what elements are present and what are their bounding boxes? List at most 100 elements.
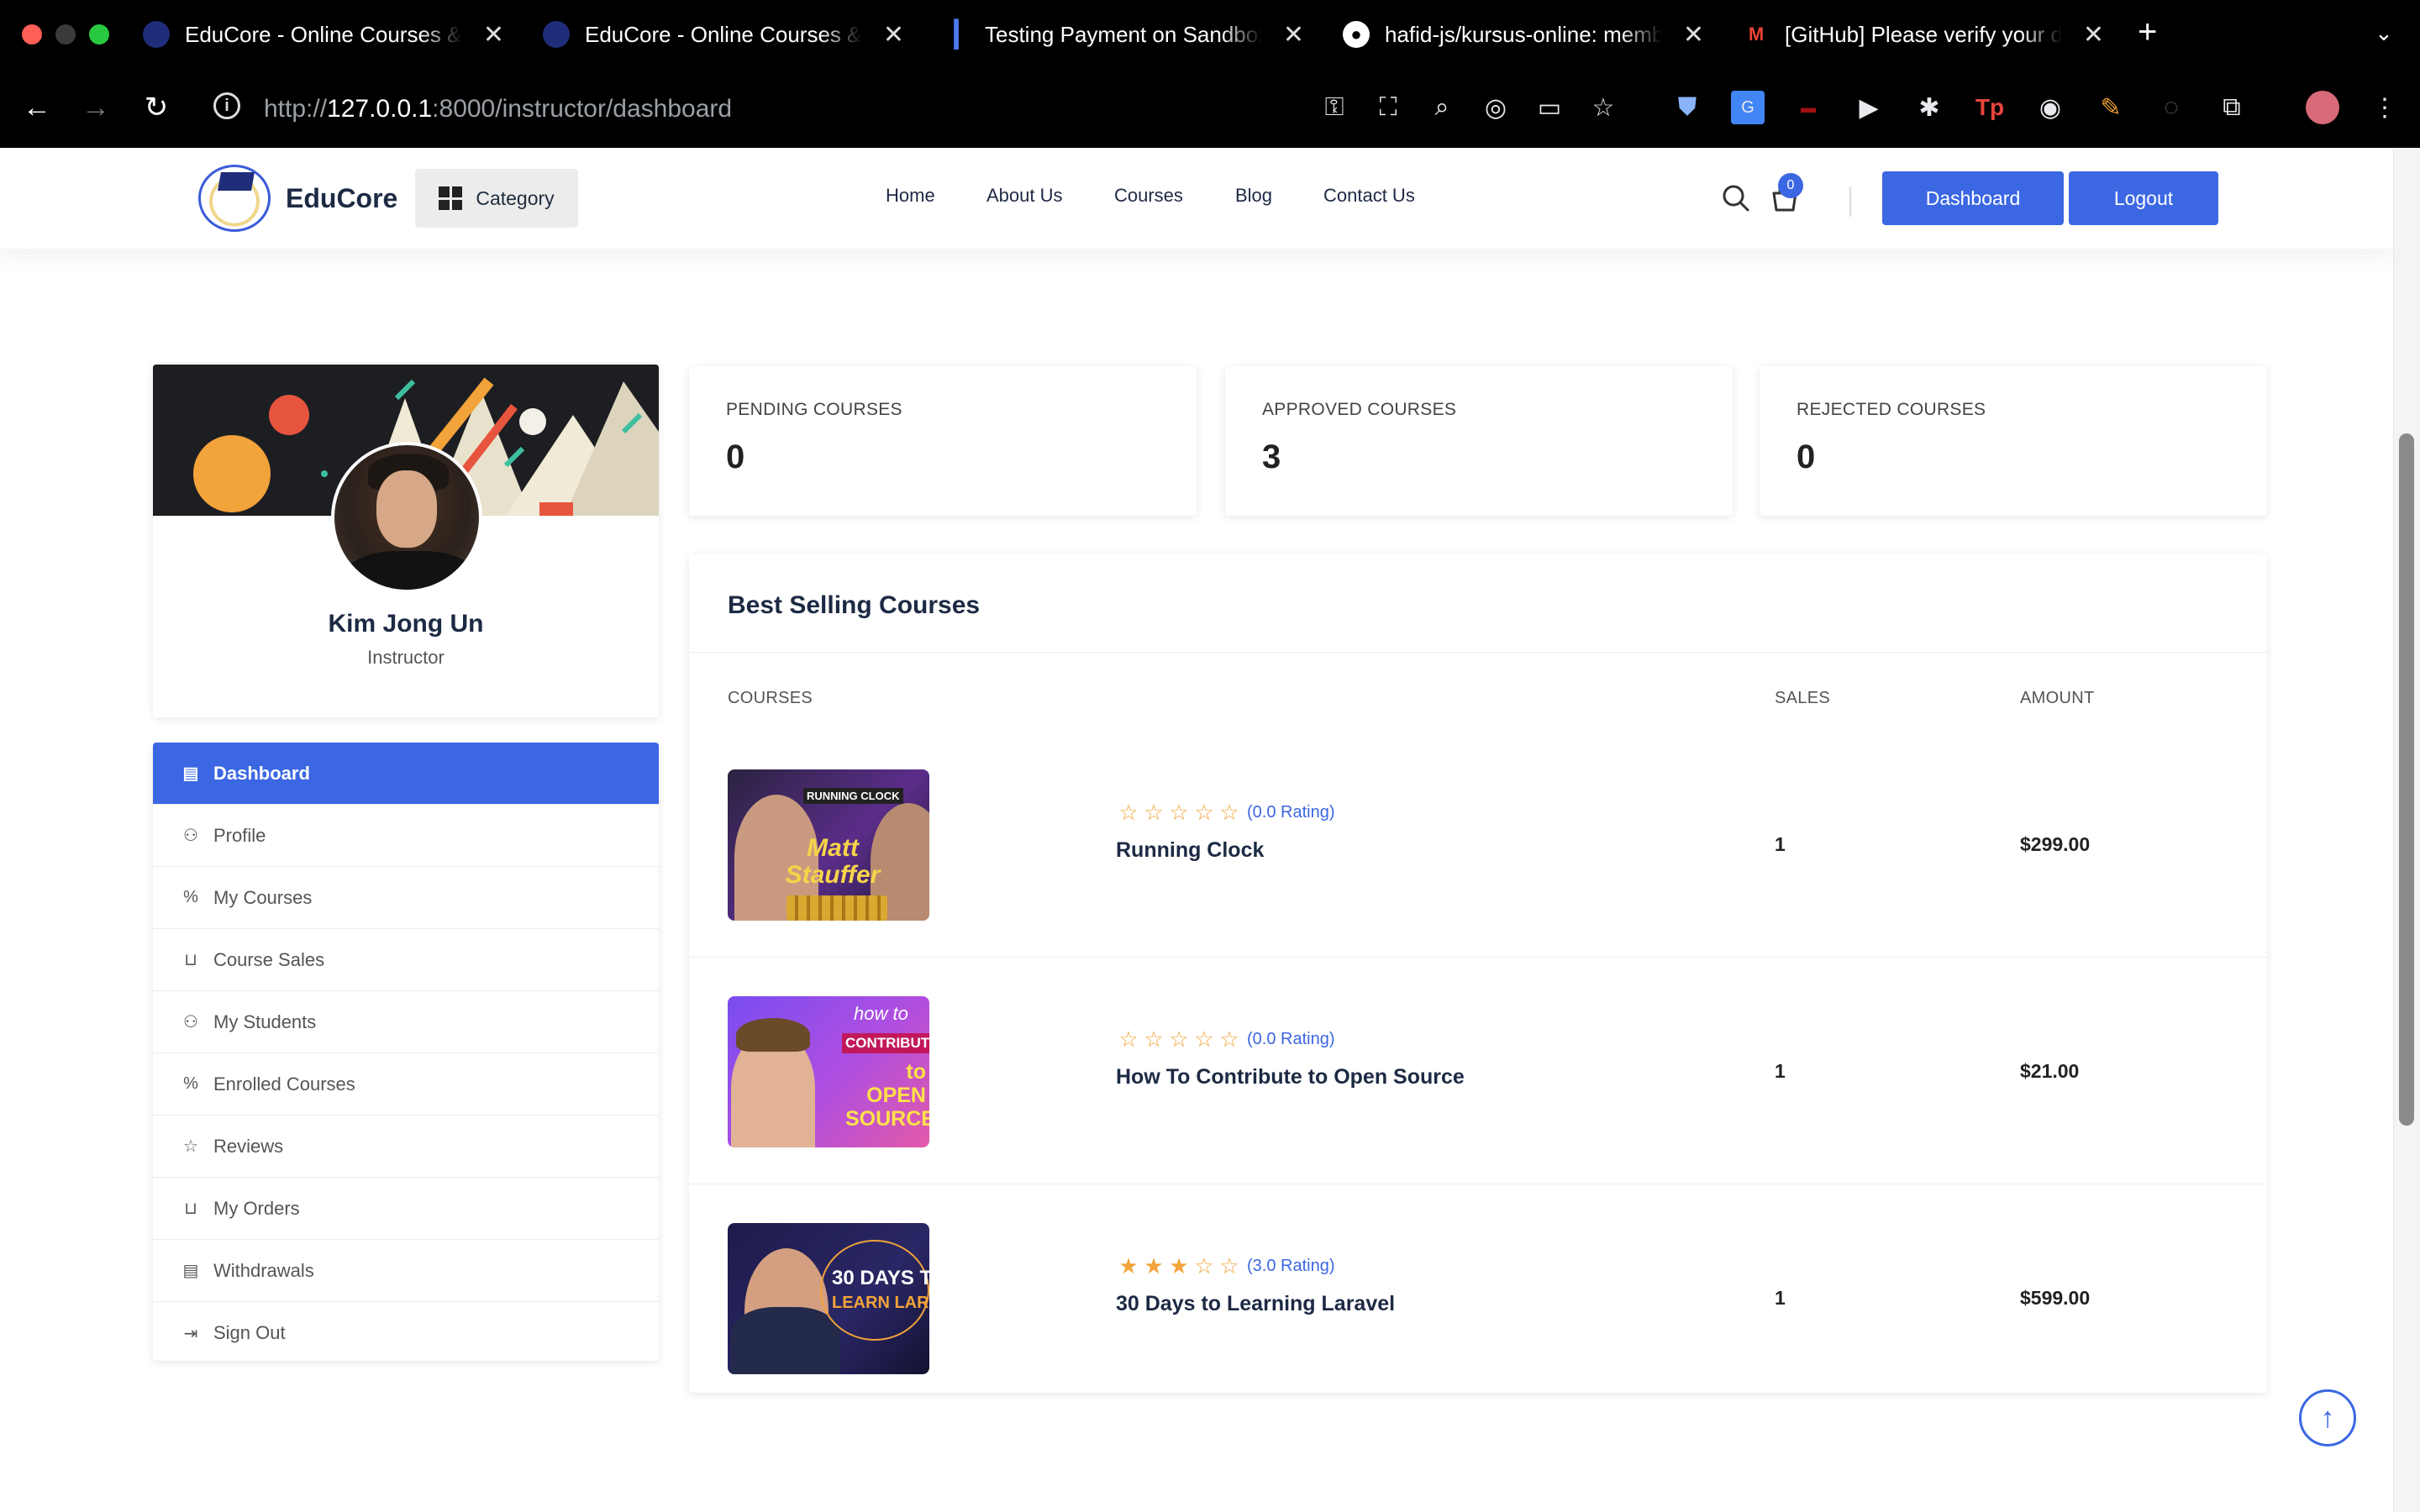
profile-role: Instructor [367, 647, 445, 668]
sidebar-item-label: Withdrawals [213, 1259, 314, 1281]
user-icon: ⚇ [183, 827, 198, 845]
spinner-extension-icon[interactable]: ◌ [2154, 91, 2188, 124]
category-button[interactable]: Category [415, 169, 578, 228]
course-thumbnail[interactable]: how to CONTRIBUTE to OPEN SOURCE [728, 996, 929, 1147]
star-icon: ☆ [183, 1137, 198, 1156]
sidebar-item-label: Reviews [213, 1135, 284, 1157]
sidebar-item-course-sales[interactable]: ⊔ Course Sales [153, 929, 659, 991]
search-icon[interactable] [1719, 181, 1753, 215]
password-key-icon[interactable]: ⚿ [1318, 91, 1351, 124]
browser-tab-bar: EduCore - Online Courses & Education ✕ E… [0, 0, 2420, 69]
tab-close-icon[interactable]: ✕ [883, 20, 904, 50]
star-empty-icon: ☆ [1118, 1026, 1139, 1052]
profile-avatar-icon[interactable] [2306, 91, 2339, 124]
logout-button[interactable]: Logout [2069, 171, 2218, 225]
address-bar[interactable]: http:// 127.0.0.1 :8000/instructor/dashb… [264, 87, 1356, 131]
educore-favicon-icon [143, 21, 170, 48]
browser-tab[interactable]: EduCore - Online Courses & Education ✕ [543, 8, 904, 60]
tab-list-chevron-icon[interactable]: ⌄ [2375, 20, 2393, 46]
document-icon: ▤ [182, 1262, 199, 1280]
google-translate-extension-icon[interactable]: G [1731, 91, 1765, 124]
extension-icon[interactable]: ▬ [1791, 91, 1825, 124]
dashboard-button[interactable]: Dashboard [1882, 171, 2064, 225]
avatar[interactable] [331, 442, 482, 593]
tab-title: [GitHub] Please verify your device [1785, 21, 2062, 47]
nav-contact-us[interactable]: Contact Us [1323, 185, 1415, 207]
course-sales: 1 [1775, 1060, 1786, 1082]
bug-extension-icon[interactable]: ✱ [1912, 91, 1946, 124]
zoom-icon[interactable]: ⌕ [1425, 91, 1459, 124]
site-info-icon[interactable]: i [213, 92, 240, 119]
play-extension-icon[interactable]: ▶ [1852, 91, 1886, 124]
tp-extension-icon[interactable]: Tp [1973, 91, 2007, 124]
back-arrow-icon[interactable]: ← [17, 87, 57, 128]
section-title: Best Selling Courses [728, 591, 981, 619]
browser-tab[interactable]: EduCore - Online Courses & Education ✕ [143, 8, 504, 60]
window-minimize-control[interactable] [55, 24, 76, 45]
course-title[interactable]: How To Contribute to Open Source [1116, 1065, 1465, 1089]
reload-icon[interactable]: ↻ [136, 87, 176, 128]
rating-text: (3.0 Rating) [1247, 1257, 1335, 1275]
nav-blog[interactable]: Blog [1235, 185, 1272, 207]
card-icon[interactable]: ▭ [1533, 91, 1566, 124]
sidebar-item-enrolled-courses[interactable]: % Enrolled Courses [153, 1053, 659, 1116]
eye-off-icon[interactable]: ◎ [1479, 91, 1512, 124]
sidebar-item-sign-out[interactable]: ⇥ Sign Out [153, 1302, 659, 1364]
star-empty-icon: ☆ [1219, 800, 1239, 825]
edit-extension-icon[interactable]: ✎ [2094, 91, 2128, 124]
sidebar-item-profile[interactable]: ⚇ Profile [153, 805, 659, 867]
nav-home[interactable]: Home [886, 185, 935, 207]
site-logo[interactable]: EduCore [198, 165, 397, 232]
puzzle-extensions-icon[interactable]: ⧉ [2215, 91, 2249, 124]
stat-label: REJECTED COURSES [1797, 400, 1986, 419]
rating-text: (0.0 Rating) [1247, 1030, 1335, 1048]
stat-card-rejected: REJECTED COURSES 0 [1760, 366, 2267, 516]
shield-extension-icon[interactable]: ⛊ [1670, 91, 1704, 124]
window-close-control[interactable] [22, 24, 42, 45]
sidebar-item-withdrawals[interactable]: ▤ Withdrawals [153, 1240, 659, 1302]
url-scheme: http:// [264, 95, 328, 123]
tab-close-icon[interactable]: ✕ [483, 20, 504, 50]
star-empty-icon: ☆ [1219, 1253, 1239, 1278]
cart-icon: ⊔ [184, 951, 197, 969]
sidebar-item-reviews[interactable]: ☆ Reviews [153, 1116, 659, 1178]
browser-menu-icon[interactable]: ⋮ [2368, 91, 2402, 124]
tab-close-icon[interactable]: ✕ [1683, 20, 1704, 50]
users-icon: ⚇ [183, 1013, 198, 1032]
course-thumbnail[interactable]: 30 DAYS TO LEARN LARAVEL [728, 1223, 929, 1374]
sidebar-item-dashboard[interactable]: ▤ Dashboard [153, 743, 659, 805]
star-empty-icon: ☆ [1118, 800, 1139, 825]
sidebar-item-my-orders[interactable]: ⊔ My Orders [153, 1178, 659, 1240]
sidebar-item-my-courses[interactable]: % My Courses [153, 867, 659, 929]
page-scrollbar[interactable] [2393, 148, 2420, 1512]
scroll-to-top-arrow-icon[interactable]: ↑ [2299, 1389, 2356, 1446]
header-divider [1849, 186, 1851, 217]
tab-close-icon[interactable]: ✕ [2083, 20, 2104, 50]
site-header: EduCore Category Home About Us Courses B… [0, 148, 2393, 249]
browser-tab[interactable]: M [GitHub] Please verify your device ✕ [1743, 8, 2104, 60]
forward-arrow-icon[interactable]: → [76, 87, 116, 128]
browser-tab[interactable]: ● hafid-js/kursus-online: membuat kursus… [1343, 8, 1704, 60]
url-host: 127.0.0.1 [327, 95, 433, 123]
star-empty-icon: ☆ [1194, 1026, 1214, 1052]
new-tab-icon[interactable]: + [2138, 13, 2157, 51]
window-zoom-control[interactable] [89, 24, 109, 45]
course-title[interactable]: Running Clock [1116, 838, 1264, 863]
star-filled-icon: ★ [1144, 1253, 1164, 1278]
nav-about-us[interactable]: About Us [986, 185, 1063, 207]
course-thumbnail[interactable]: RUNNING CLOCK Matt Stauffer [728, 769, 929, 921]
nav-courses[interactable]: Courses [1114, 185, 1183, 207]
target-extension-icon[interactable]: ◉ [2033, 91, 2067, 124]
sidebar-item-label: Sign Out [213, 1322, 286, 1343]
scrollbar-thumb[interactable] [2399, 433, 2414, 1126]
tab-close-icon[interactable]: ✕ [1283, 20, 1304, 50]
course-title[interactable]: 30 Days to Learning Laravel [1116, 1292, 1395, 1316]
table-row: how to CONTRIBUTE to OPEN SOURCE ☆ ☆ ☆ ☆… [689, 958, 2267, 1184]
sidebar-item-my-students[interactable]: ⚇ My Students [153, 991, 659, 1053]
stat-card-pending: PENDING COURSES 0 [689, 366, 1197, 516]
bookmark-star-icon[interactable]: ☆ [1586, 91, 1620, 124]
best-selling-courses-card: Best Selling Courses COURSES SALES AMOUN… [689, 554, 2267, 1393]
browser-tab[interactable]: ┃ Testing Payment on Sandbox ✕ [943, 8, 1304, 60]
star-filled-icon: ★ [1118, 1253, 1139, 1278]
translate-icon[interactable]: ⛶ [1371, 91, 1405, 124]
